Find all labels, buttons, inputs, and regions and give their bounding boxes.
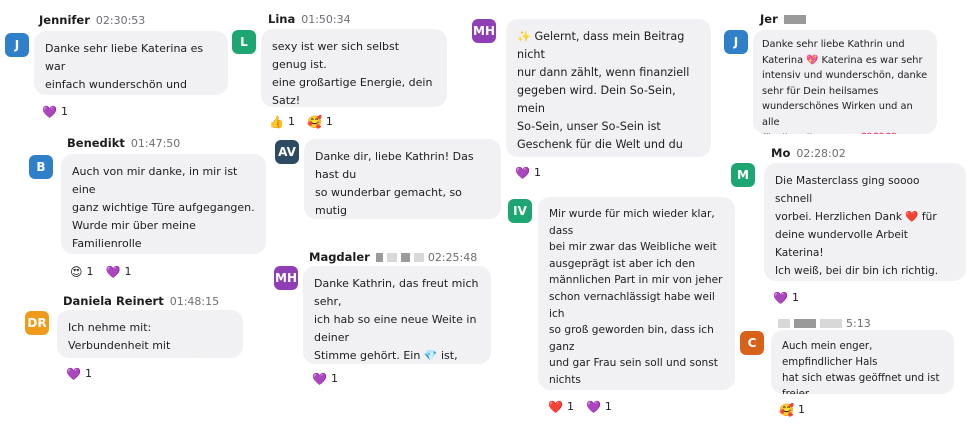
- reaction-button[interactable]: 💜 1: [42, 105, 68, 118]
- reaction-button[interactable]: 🥰 1: [779, 403, 805, 416]
- sender-name[interactable]: Mo: [771, 146, 790, 160]
- reaction-button[interactable]: ❤️ 1: [548, 400, 574, 413]
- timestamp: 01:48:15: [169, 295, 220, 308]
- message-bubble[interactable]: Danke Kathrin, das freut mich sehr, ich …: [303, 266, 491, 364]
- avatar[interactable]: C: [740, 331, 764, 355]
- reaction-button[interactable]: 💜 1: [773, 291, 799, 304]
- reaction-button[interactable]: 🥰 1: [307, 115, 333, 128]
- avatar[interactable]: B: [29, 155, 53, 179]
- avatar[interactable]: MH: [274, 266, 298, 290]
- reaction-button[interactable]: 😍 1: [70, 265, 94, 278]
- timestamp: 01:47:50: [130, 137, 181, 150]
- message-bubble[interactable]: Auch mein enger, empfindlicher Hals hat …: [771, 330, 954, 394]
- avatar[interactable]: J: [5, 33, 29, 57]
- redacted-block: [794, 319, 816, 328]
- heart-eyes-icon: 😍: [70, 264, 83, 279]
- redacted-block: [413, 253, 424, 262]
- timestamp: 5:13: [846, 317, 871, 330]
- message-bubble[interactable]: Danke sehr liebe Katerina es war einfach…: [34, 31, 228, 95]
- sender-name[interactable]: Magdaler: [309, 250, 370, 264]
- reactions: 😍 1 💜 1: [70, 265, 131, 278]
- avatar[interactable]: DR: [25, 311, 49, 335]
- message-bubble[interactable]: Danke dir, liebe Kathrin! Das hast du so…: [304, 139, 501, 219]
- reaction-button[interactable]: 💜 1: [312, 372, 338, 385]
- message-bubble[interactable]: Ich nehme mit: Verbundenheit mit mir und…: [57, 310, 243, 358]
- purple-heart-icon: 💜: [42, 104, 57, 119]
- redacted-block: [778, 319, 790, 328]
- sender-name[interactable]: Lina: [268, 12, 295, 26]
- avatar[interactable]: MH: [472, 19, 496, 43]
- purple-heart-icon: 💜: [773, 290, 788, 305]
- timestamp: 02:25:48: [427, 251, 478, 264]
- avatar[interactable]: IV: [508, 199, 532, 223]
- timestamp: 02:30:53: [95, 14, 146, 27]
- message-bubble[interactable]: Die Masterclass ging soooo schnell vorbe…: [764, 163, 966, 281]
- purple-heart-icon: 💜: [66, 366, 81, 381]
- reactions: 💜 1: [773, 291, 799, 304]
- redacted-block: [375, 253, 383, 262]
- reactions: 💜 1: [66, 367, 92, 380]
- sender-name[interactable]: Daniela Reinert: [63, 294, 164, 308]
- timestamp: 02:28:02: [796, 147, 846, 160]
- smiling-hearts-icon: 🥰: [779, 402, 794, 417]
- message-bubble[interactable]: sexy ist wer sich selbst genug ist. eine…: [261, 29, 447, 107]
- purple-heart-icon: 💜: [312, 371, 327, 386]
- reactions: ❤️ 1 💜 1: [548, 400, 612, 413]
- avatar[interactable]: L: [232, 30, 256, 54]
- avatar[interactable]: AV: [275, 140, 299, 164]
- sender-name[interactable]: Jennifer: [39, 13, 90, 27]
- reactions: 💜 1: [515, 166, 541, 179]
- reaction-button[interactable]: 👍 1: [269, 115, 295, 128]
- purple-heart-icon: 💜: [585, 399, 601, 414]
- redacted-block: [386, 253, 397, 262]
- purple-heart-icon: 💜: [515, 165, 530, 180]
- sender-name[interactable]: Benedikt: [67, 136, 125, 150]
- avatar[interactable]: J: [724, 30, 748, 54]
- reaction-button[interactable]: 💜 1: [106, 265, 132, 278]
- avatar[interactable]: M: [731, 163, 755, 187]
- message-bubble[interactable]: Danke sehr liebe Kathrin und Katerina 💖 …: [753, 30, 937, 134]
- redacted-block: [820, 319, 842, 328]
- thumbs-up-icon: 👍: [269, 114, 284, 129]
- reactions: 💜 1: [42, 105, 68, 118]
- reactions: 👍 1 🥰 1: [269, 115, 333, 128]
- timestamp: 01:50:34: [301, 13, 351, 26]
- purple-heart-icon: 💜: [105, 264, 121, 279]
- redacted-block: [400, 253, 410, 262]
- redacted-block: [783, 15, 806, 24]
- reaction-button[interactable]: 💜 1: [515, 166, 541, 179]
- message-bubble[interactable]: Mir wurde für mich wieder klar, dass bei…: [538, 197, 735, 390]
- reaction-button[interactable]: 💜 1: [66, 367, 92, 380]
- reactions: 🥰 1: [779, 403, 805, 416]
- message-bubble[interactable]: ✨ Gelernt, dass mein Beitrag nicht nur d…: [506, 19, 711, 157]
- sender-name[interactable]: Jer: [760, 12, 778, 26]
- reaction-button[interactable]: 💜 1: [586, 400, 612, 413]
- smiling-hearts-icon: 🥰: [306, 114, 322, 129]
- reactions: 💜 1: [312, 372, 338, 385]
- red-heart-icon: ❤️: [548, 399, 563, 414]
- message-bubble[interactable]: Auch von mir danke, in mir ist eine ganz…: [61, 154, 266, 254]
